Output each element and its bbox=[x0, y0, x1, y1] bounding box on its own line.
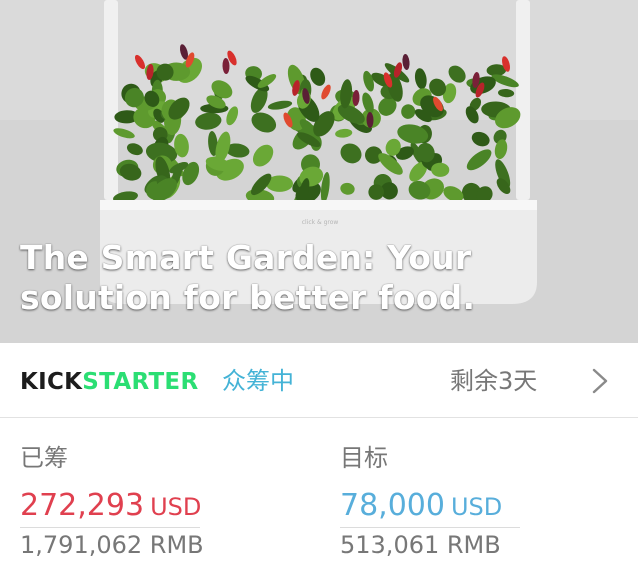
platform-bar[interactable]: KICKSTARTER 众筹中 剩余3天 bbox=[0, 343, 638, 418]
logo-starter: STARTER bbox=[82, 369, 199, 395]
campaign-status: 众筹中 bbox=[222, 367, 294, 395]
raised-amount: 272,293 bbox=[20, 488, 145, 523]
hero-banner[interactable]: click & grow The Smart Garden: Your solu… bbox=[0, 0, 638, 343]
raised-amount-row: 272,293 USD bbox=[20, 488, 270, 525]
goal-unit: USD bbox=[450, 493, 503, 521]
lamp-arm-left bbox=[104, 0, 118, 200]
goal-label: 目标 bbox=[340, 444, 388, 472]
planter-brand: click & grow bbox=[302, 219, 339, 226]
goal-amount-row: 78,000 USD bbox=[340, 488, 590, 525]
goal-divider bbox=[340, 527, 520, 528]
raised-divider bbox=[20, 527, 200, 528]
raised-converted: 1,791,062 RMB bbox=[20, 531, 204, 559]
raised-stat: 已筹 272,293 USD 1,791,062 RMB bbox=[20, 442, 270, 560]
kickstarter-logo: KICKSTARTER bbox=[20, 367, 198, 397]
lamp-arm-right bbox=[516, 0, 530, 200]
hero-title: The Smart Garden: Your solution for bett… bbox=[20, 238, 476, 317]
chevron-right-icon[interactable] bbox=[588, 365, 612, 397]
goal-amount: 78,000 bbox=[340, 488, 445, 523]
goal-converted: 513,061 RMB bbox=[340, 531, 501, 559]
raised-label: 已筹 bbox=[20, 444, 68, 472]
logo-kick: KICK bbox=[20, 369, 83, 395]
raised-unit: USD bbox=[150, 493, 202, 521]
goal-stat: 目标 78,000 USD 513,061 RMB bbox=[340, 442, 590, 560]
days-remaining: 剩余3天 bbox=[450, 367, 538, 395]
